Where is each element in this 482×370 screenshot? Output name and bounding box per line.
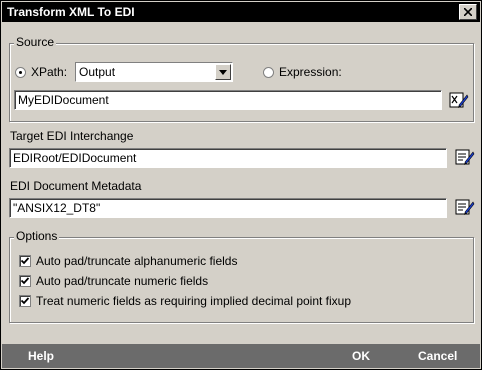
checkmark-icon [20,257,30,265]
cancel-button[interactable]: Cancel [418,349,457,363]
expression-label: Expression: [279,65,342,79]
decimal-fixup-checkbox[interactable] [19,295,31,307]
expression-radio[interactable] [263,67,274,78]
chevron-down-icon [219,69,227,75]
alphanumeric-checkbox[interactable] [19,255,31,267]
metadata-input[interactable]: "ANSIX12_DT8" [9,198,447,218]
source-document-input[interactable]: MyEDIDocument [14,90,442,110]
close-icon [464,8,472,16]
xpath-select-button[interactable] [215,64,231,80]
numeric-checkbox[interactable] [19,275,31,287]
edit-expression-icon [449,92,469,108]
source-edit-button[interactable] [449,90,469,110]
metadata-label: EDI Document Metadata [10,179,142,193]
decimal-fixup-label: Treat numeric fields as requiring implie… [36,294,352,308]
edit-icon [455,199,475,215]
transform-xml-to-edi-dialog: Transform XML To EDI Source XPath: Outpu… [0,0,482,370]
metadata-edit-button[interactable] [455,197,475,217]
xpath-radio[interactable] [15,67,26,78]
checkmark-icon [20,297,30,305]
options-legend: Options [14,229,60,243]
xpath-select-value: Output [79,65,116,79]
target-edit-button[interactable] [455,147,475,167]
title-bar: Transform XML To EDI [2,2,480,22]
target-input[interactable]: EDIRoot/EDIDocument [9,148,447,168]
xpath-select[interactable]: Output [75,62,233,82]
edit-icon [455,149,475,165]
source-legend: Source [14,35,57,49]
alphanumeric-label: Auto pad/truncate alphanumeric fields [36,254,238,268]
close-button[interactable] [459,4,477,20]
numeric-label: Auto pad/truncate numeric fields [36,274,209,288]
ok-button[interactable]: OK [352,349,370,363]
xpath-label: XPath: [31,65,68,79]
target-label: Target EDI Interchange [10,129,134,143]
window-title: Transform XML To EDI [7,5,135,19]
help-button[interactable]: Help [28,349,54,363]
source-group [9,43,474,122]
footer-bar: Help OK Cancel [2,344,480,368]
checkmark-icon [20,277,30,285]
